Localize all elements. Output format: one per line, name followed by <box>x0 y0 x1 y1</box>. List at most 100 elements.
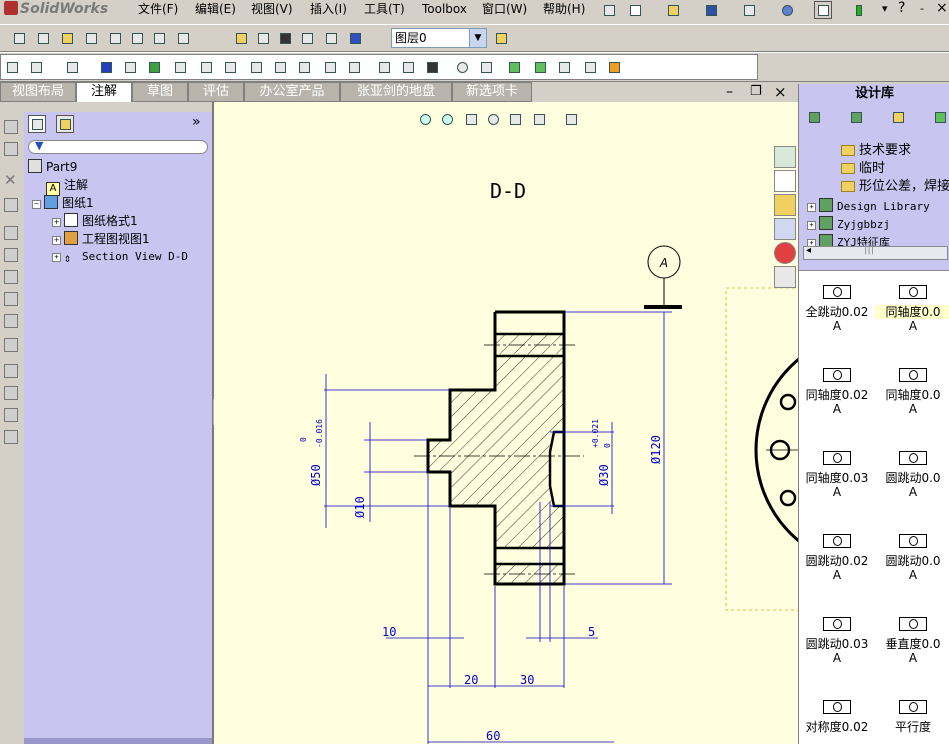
lib-item[interactable]: 对称度0.02 <box>799 686 875 744</box>
refresh-icon[interactable] <box>931 108 949 126</box>
align-top-icon[interactable] <box>4 292 18 306</box>
expand-icon[interactable]: + <box>807 221 816 230</box>
balloon-icon[interactable] <box>145 58 163 76</box>
print-icon[interactable] <box>740 1 758 19</box>
align-vertical-icon[interactable] <box>4 198 18 212</box>
align-left-icon[interactable] <box>4 248 18 262</box>
menu-toolbox[interactable]: Toolbox <box>422 0 467 20</box>
view-icon[interactable] <box>150 29 168 47</box>
close-icon[interactable]: × <box>936 0 948 16</box>
distribute-v-icon[interactable] <box>4 408 18 422</box>
layer-properties-icon[interactable] <box>232 29 250 47</box>
menu-view[interactable]: 视图(V) <box>251 0 293 20</box>
lib-folder[interactable]: + Design Library <box>807 198 930 216</box>
block-icon[interactable] <box>375 58 393 76</box>
property-tab-icon[interactable] <box>56 115 74 133</box>
lib-item[interactable]: 圆跳动0.03 A <box>799 603 875 686</box>
lib-item[interactable]: 圆跳动0.0 A <box>875 520 949 603</box>
lib-item[interactable]: 垂直度0.0 A <box>875 603 949 686</box>
view-palette-icon[interactable] <box>774 218 796 240</box>
lib-folder[interactable]: 形位公差，焊接 <box>841 178 949 196</box>
area-hatch-icon[interactable] <box>423 58 441 76</box>
weld-symbol-icon[interactable] <box>247 58 265 76</box>
menu-tools[interactable]: 工具(T) <box>364 0 405 20</box>
lib-item[interactable]: 同轴度0.03 A <box>799 437 875 520</box>
align-center-icon[interactable] <box>4 338 18 352</box>
expand-icon[interactable]: + <box>807 203 816 212</box>
lib-item[interactable]: 同轴度0.0 A <box>875 271 949 354</box>
datum-feature-icon[interactable] <box>321 58 339 76</box>
expand-icon[interactable]: + <box>52 253 61 262</box>
home-icon[interactable] <box>774 146 796 168</box>
help-question-icon[interactable]: ? <box>898 0 905 16</box>
tab-new[interactable]: 新选项卡 <box>452 82 532 102</box>
feature-tree-tab-icon[interactable] <box>28 115 46 133</box>
align-right-icon[interactable] <box>4 270 18 284</box>
library-tree-scrollbar[interactable]: ◂ ||| <box>803 244 948 260</box>
distribute-h-icon[interactable] <box>4 386 18 400</box>
spell-checker-icon[interactable] <box>63 58 81 76</box>
hole-callout-icon[interactable] <box>271 58 289 76</box>
x-mark-icon[interactable]: ✕ <box>4 173 18 188</box>
auto-balloon-icon[interactable] <box>171 58 189 76</box>
lib-item[interactable]: 圆跳动0.0 A <box>875 437 949 520</box>
line-thickness-icon[interactable] <box>276 29 294 47</box>
add-to-library-icon[interactable] <box>805 108 823 126</box>
center-mark-icon[interactable] <box>399 58 417 76</box>
traffic-light-icon[interactable] <box>852 1 870 19</box>
assembly-icon[interactable] <box>82 29 100 47</box>
chevron-down-icon[interactable]: ▼ <box>469 29 486 47</box>
color-display-icon[interactable] <box>346 29 364 47</box>
new-file-icon[interactable] <box>626 1 644 19</box>
menu-window[interactable]: 窗口(W) <box>482 0 527 20</box>
line-style-icon[interactable] <box>298 29 316 47</box>
hole-table-icon[interactable] <box>555 58 573 76</box>
sketch-tool-icon[interactable] <box>10 29 28 47</box>
tree-item-annotations[interactable]: A 注解 <box>46 176 88 196</box>
dim-10[interactable]: 10 <box>382 625 396 639</box>
dim-60[interactable]: 60 <box>486 729 500 743</box>
note-icon[interactable] <box>97 58 115 76</box>
tree-item-sheet[interactable]: − 图纸1 <box>32 194 94 212</box>
design-library-tab-icon[interactable] <box>774 170 796 192</box>
appearances-icon[interactable] <box>774 242 796 264</box>
undo-icon[interactable] <box>778 1 796 19</box>
pin-icon[interactable] <box>600 1 618 19</box>
collapse-icon[interactable]: − <box>32 200 41 209</box>
dim-d10[interactable]: Ø10 <box>353 496 367 518</box>
tab-sketch[interactable]: 草图 <box>132 82 188 102</box>
bom-icon[interactable] <box>531 58 549 76</box>
tree-filter-input[interactable]: ▼ <box>28 139 208 154</box>
drawing-canvas[interactable]: D-D A Ø50 0 -0.016 Ø10 Ø30 +0.021 0 Ø120… <box>214 102 798 744</box>
model-items-icon[interactable] <box>27 58 45 76</box>
folder-star-icon[interactable] <box>58 29 76 47</box>
lib-item[interactable]: 圆跳动0.02 A <box>799 520 875 603</box>
lib-folder[interactable]: 临时 <box>841 160 885 178</box>
new-folder-icon[interactable] <box>889 108 907 126</box>
file-explorer-icon[interactable] <box>774 194 796 216</box>
tab-office-products[interactable]: 办公室产品 <box>244 82 340 102</box>
dim-20[interactable]: 20 <box>464 673 478 687</box>
tab-custom-zyj[interactable]: 张亚剑的地盘 <box>340 82 452 102</box>
datum-target-icon[interactable] <box>345 58 363 76</box>
select-arrow-icon[interactable] <box>814 1 832 19</box>
save-icon[interactable] <box>702 1 720 19</box>
lib-item[interactable]: 平行度 <box>875 686 949 744</box>
dim-5[interactable]: 5 <box>588 625 595 639</box>
revision-cloud-icon[interactable] <box>477 58 495 76</box>
doc-restore-icon[interactable]: ❐ <box>750 84 762 99</box>
custom-properties-icon[interactable] <box>774 266 796 288</box>
hide-edge-icon[interactable] <box>322 29 340 47</box>
lib-folder[interactable]: 技术要求 <box>841 142 911 160</box>
select-rect-icon[interactable] <box>4 120 18 134</box>
centerline-icon[interactable] <box>453 58 471 76</box>
lib-folder[interactable]: + Zyjgbbzj <box>807 216 890 234</box>
line-color-icon[interactable] <box>254 29 272 47</box>
grid-icon[interactable] <box>4 142 18 156</box>
link-icon[interactable] <box>174 29 192 47</box>
layer-stack-icon[interactable] <box>492 29 510 47</box>
tab-view-layout[interactable]: 视图布局 <box>0 82 76 102</box>
lib-item[interactable]: 全跳动0.02 A <box>799 271 875 354</box>
menu-help[interactable]: 帮助(H) <box>543 0 585 20</box>
doc-minimize-icon[interactable]: – <box>726 84 733 100</box>
